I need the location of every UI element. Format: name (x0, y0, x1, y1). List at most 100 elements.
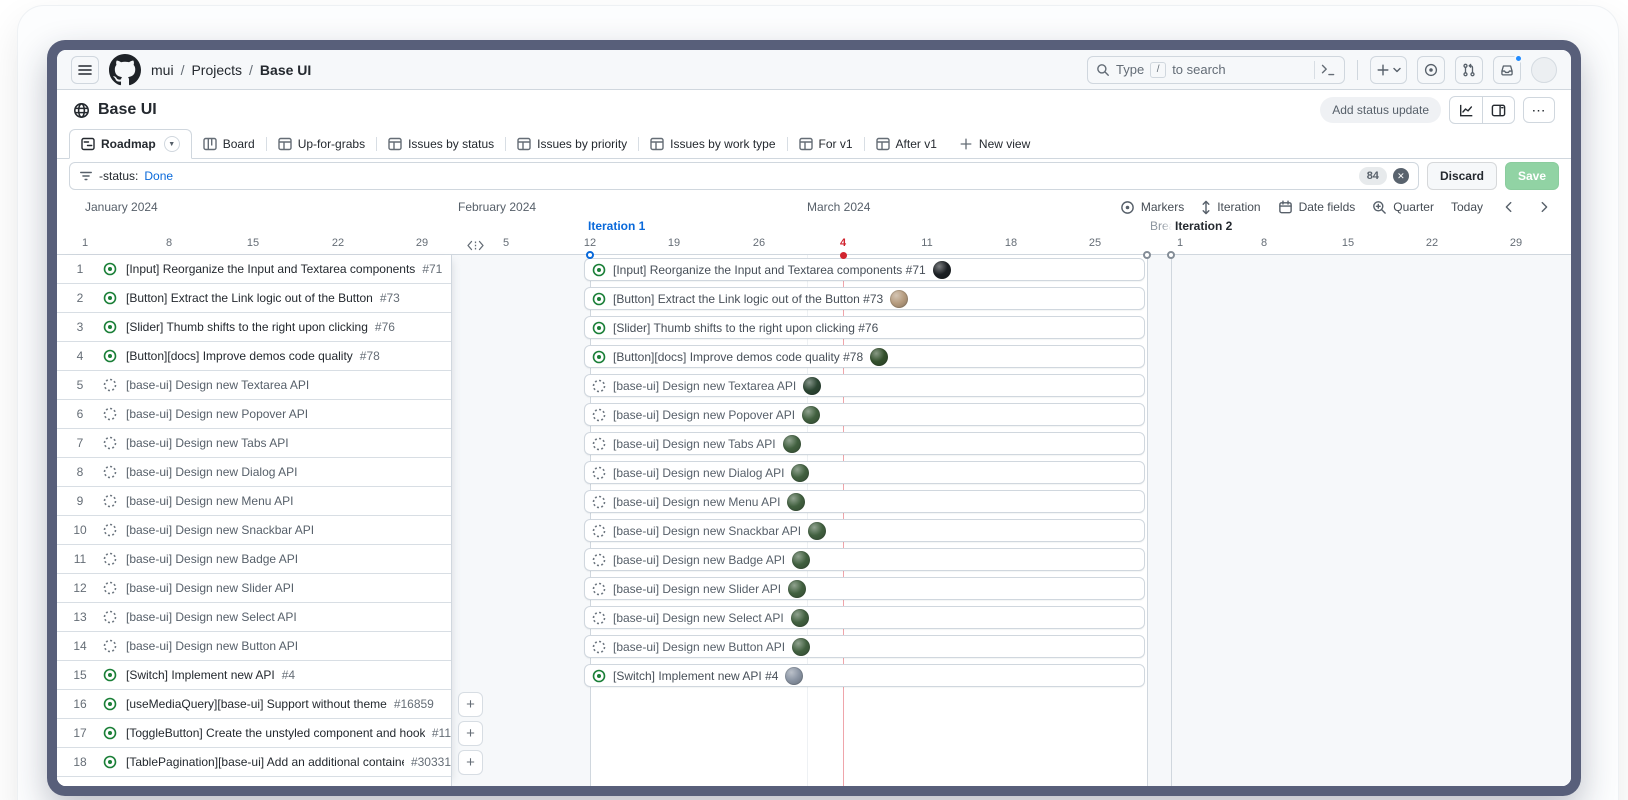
row-title[interactable]: [base-ui] Design new Dialog API (126, 465, 297, 479)
insights-button[interactable] (1450, 97, 1482, 123)
tab-issues-by-work-type[interactable]: Issues by work type (639, 129, 786, 158)
tab-roadmap[interactable]: Roadmap ▼ (69, 129, 192, 159)
timeline-pill[interactable]: [base-ui] Design new Tabs API (584, 432, 1145, 455)
day-tick: 29 (402, 237, 442, 249)
table-row[interactable]: 1[Input] Reorganize the Input and Textar… (57, 255, 451, 284)
issues-button[interactable] (1417, 56, 1445, 84)
tab-label: Roadmap (101, 137, 156, 151)
project-menu-button[interactable]: ⋯ (1523, 97, 1555, 123)
timeline-pill[interactable]: [base-ui] Design new Popover API (584, 403, 1145, 426)
assignee-avatar (787, 493, 805, 511)
table-row[interactable]: 13[base-ui] Design new Select API (57, 603, 451, 632)
tab-for-v1[interactable]: For v1 (788, 129, 864, 158)
timeline-pill[interactable]: [Slider] Thumb shifts to the right upon … (584, 316, 1145, 339)
add-date-button[interactable]: + (458, 750, 483, 775)
toolbar-today-button[interactable]: Today (1451, 200, 1483, 214)
timeline-prev-button[interactable] (1500, 200, 1518, 214)
toolbar-quarter-button[interactable]: Quarter (1372, 200, 1434, 215)
row-title[interactable]: [TablePagination][base-ui] Add an additi… (126, 755, 404, 769)
row-title[interactable]: [base-ui] Design new Popover API (126, 407, 308, 421)
row-title[interactable]: [base-ui] Design new Badge API (126, 552, 298, 566)
table-row[interactable]: 18[TablePagination][base-ui] Add an addi… (57, 748, 451, 777)
row-title[interactable]: [base-ui] Design new Textarea API (126, 378, 309, 392)
row-title[interactable]: [Button][docs] Improve demos code qualit… (126, 349, 353, 363)
timeline-pill[interactable]: [Switch] Implement new API #4 (584, 664, 1145, 687)
table-row[interactable]: 14[base-ui] Design new Button API (57, 632, 451, 661)
search-input[interactable]: Type / to search (1087, 56, 1345, 84)
table-row[interactable]: 6[base-ui] Design new Popover API (57, 400, 451, 429)
table-row[interactable]: 7[base-ui] Design new Tabs API (57, 429, 451, 458)
panel-resize-handle[interactable] (467, 240, 484, 254)
timeline-pill[interactable]: [base-ui] Design new Button API (584, 635, 1145, 658)
timeline-pill[interactable]: [base-ui] Design new Slider API (584, 577, 1145, 600)
table-row[interactable]: 12[base-ui] Design new Slider API (57, 574, 451, 603)
timeline-next-button[interactable] (1535, 200, 1553, 214)
tab-after-v1[interactable]: After v1 (865, 129, 948, 158)
row-title[interactable]: [Switch] Implement new API (126, 668, 275, 682)
table-row[interactable]: 16[useMediaQuery][base-ui] Support witho… (57, 690, 451, 719)
timeline-pill[interactable]: [base-ui] Design new Textarea API (584, 374, 1145, 397)
row-title[interactable]: [base-ui] Design new Button API (126, 639, 298, 653)
row-title[interactable]: [Input] Reorganize the Input and Textare… (126, 262, 415, 276)
tab-board[interactable]: Board (192, 129, 266, 158)
toolbar-iteration-button[interactable]: Iteration (1201, 200, 1260, 215)
table-row[interactable]: 4[Button][docs] Improve demos code quali… (57, 342, 451, 371)
tab-menu-caret[interactable]: ▼ (164, 136, 180, 152)
add-date-button[interactable]: + (458, 721, 483, 746)
toolbar-date-fields-button[interactable]: Date fields (1278, 200, 1356, 215)
assignee-avatar (803, 377, 821, 395)
row-title[interactable]: [base-ui] Design new Snackbar API (126, 523, 314, 537)
add-status-update-button[interactable]: Add status update (1320, 97, 1441, 123)
breadcrumb-item-projects[interactable]: Projects (191, 62, 242, 78)
tab-up-for-grabs[interactable]: Up-for-grabs (267, 129, 376, 158)
table-row[interactable]: 17[ToggleButton] Create the unstyled com… (57, 719, 451, 748)
timeline-pill[interactable]: [Button] Extract the Link logic out of t… (584, 287, 1145, 310)
table-row[interactable]: 3[Slider] Thumb shifts to the right upon… (57, 313, 451, 342)
timeline-pill[interactable]: [base-ui] Design new Select API (584, 606, 1145, 629)
add-date-button[interactable]: + (458, 692, 483, 717)
row-title[interactable]: [base-ui] Design new Menu API (126, 494, 293, 508)
table-row[interactable]: 10[base-ui] Design new Snackbar API (57, 516, 451, 545)
new-view-button[interactable]: New view (948, 129, 1041, 158)
timeline-pill[interactable]: [base-ui] Design new Snackbar API (584, 519, 1145, 542)
row-title[interactable]: [Button] Extract the Link logic out of t… (126, 291, 373, 305)
table-row[interactable]: 8[base-ui] Design new Dialog API (57, 458, 451, 487)
clear-filter-button[interactable]: ✕ (1393, 168, 1409, 184)
table-row[interactable]: 15[Switch] Implement new API#4 (57, 661, 451, 690)
row-title[interactable]: [ToggleButton] Create the unstyled compo… (126, 726, 425, 740)
discard-button[interactable]: Discard (1427, 162, 1497, 190)
save-button[interactable]: Save (1505, 162, 1559, 190)
timeline-pill[interactable]: [Input] Reorganize the Input and Textare… (584, 258, 1145, 281)
timeline-pill[interactable]: [base-ui] Design new Dialog API (584, 461, 1145, 484)
draft-issue-icon (592, 640, 606, 654)
table-row[interactable]: 5[base-ui] Design new Textarea API (57, 371, 451, 400)
row-title[interactable]: [base-ui] Design new Select API (126, 610, 297, 624)
breadcrumb-item-mui[interactable]: mui (151, 62, 174, 78)
row-title[interactable]: [base-ui] Design new Slider API (126, 581, 294, 595)
pill-title: [base-ui] Design new Snackbar API (613, 524, 801, 538)
row-title[interactable]: [base-ui] Design new Tabs API (126, 436, 289, 450)
user-avatar[interactable] (1531, 57, 1557, 83)
row-title[interactable]: [useMediaQuery][base-ui] Support without… (126, 697, 387, 711)
pill-title: [base-ui] Design new Select API (613, 611, 784, 625)
timeline-pill[interactable]: [base-ui] Design new Menu API (584, 490, 1145, 513)
tab-issues-by-priority[interactable]: Issues by priority (506, 129, 638, 158)
markers-icon (1120, 200, 1135, 215)
table-row[interactable]: 11[base-ui] Design new Badge API (57, 545, 451, 574)
table-row[interactable]: 9[base-ui] Design new Menu API (57, 487, 451, 516)
plus-icon (1376, 63, 1390, 77)
github-logo[interactable] (109, 54, 141, 86)
filter-input[interactable]: -status:Done 84 ✕ (69, 162, 1419, 190)
timeline-pill[interactable]: [base-ui] Design new Badge API (584, 548, 1145, 571)
create-new-button[interactable] (1370, 56, 1407, 84)
pull-requests-button[interactable] (1455, 56, 1483, 84)
side-panel-button[interactable] (1482, 97, 1514, 123)
timeline-pill[interactable]: [Button][docs] Improve demos code qualit… (584, 345, 1145, 368)
toolbar-markers-button[interactable]: Markers (1120, 200, 1184, 215)
breadcrumb-item-base-ui[interactable]: Base UI (260, 62, 311, 78)
table-row[interactable]: 2[Button] Extract the Link logic out of … (57, 284, 451, 313)
hamburger-menu-button[interactable] (71, 56, 99, 84)
inbox-button[interactable] (1493, 56, 1521, 84)
row-title[interactable]: [Slider] Thumb shifts to the right upon … (126, 320, 368, 334)
tab-issues-by-status[interactable]: Issues by status (377, 129, 505, 158)
